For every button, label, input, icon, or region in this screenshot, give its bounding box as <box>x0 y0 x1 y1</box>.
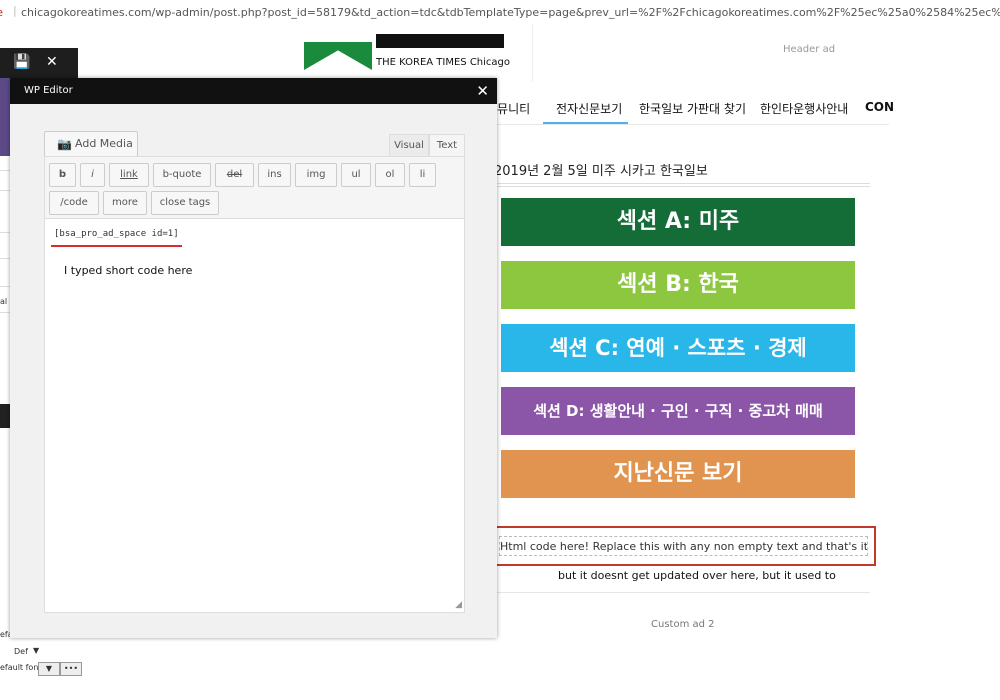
editor-title-bar: WP Editor ✕ <box>10 78 497 104</box>
section-a-button[interactable]: 섹션 A: 미주 <box>501 198 855 246</box>
annotation-note: but it doesnt get updated over here, but… <box>558 569 836 582</box>
nav-item-events[interactable]: 한인타운행사안내 <box>760 100 848 117</box>
tab-visual[interactable]: Visual <box>389 134 429 158</box>
admin-toolbar: 💾 ✕ <box>0 48 78 78</box>
custom-ad-divider <box>494 592 870 593</box>
logo-korean-wordmark <box>376 34 504 48</box>
del-button[interactable]: del <box>215 163 254 187</box>
logo-mark-icon <box>304 42 372 70</box>
admin-divider <box>0 258 10 259</box>
wp-editor-window: WP Editor ✕ 📷 Add Media Visual Text b i … <box>10 78 497 638</box>
more-button[interactable]: more <box>103 191 147 215</box>
tab-text[interactable]: Text <box>429 134 465 157</box>
chevron-down-icon[interactable]: ▼ <box>38 662 60 676</box>
ins-button[interactable]: ins <box>258 163 291 187</box>
ul-button[interactable]: ul <box>341 163 371 187</box>
html-block-highlight: Html code here! Replace this with any no… <box>491 526 876 566</box>
img-button[interactable]: img <box>295 163 337 187</box>
li-button[interactable]: li <box>409 163 436 187</box>
close-icon[interactable]: ✕ <box>46 54 58 70</box>
not-secure-label: re <box>0 6 3 19</box>
close-icon[interactable]: ✕ <box>476 78 489 104</box>
chevron-down-icon[interactable]: ▼ <box>33 646 39 655</box>
nav-item-contact[interactable]: CON <box>865 100 894 114</box>
resize-handle-icon[interactable]: ◢ <box>455 600 462 610</box>
close-tags-button[interactable]: close tags <box>151 191 219 215</box>
annotation-note: I typed short code here <box>64 264 193 277</box>
html-block-placeholder[interactable]: Html code here! Replace this with any no… <box>499 536 868 556</box>
italic-button[interactable]: i <box>80 163 105 187</box>
custom-ad-label: Custom ad 2 <box>651 619 715 630</box>
header-ad-label: Header ad <box>783 44 836 55</box>
site-logo[interactable]: THE KOREA TIMES Chicago <box>304 24 511 70</box>
ol-button[interactable]: ol <box>375 163 405 187</box>
shortcode-text: [bsa_pro_ad_space id=1] <box>54 229 179 239</box>
logo-text: THE KOREA TIMES Chicago <box>376 57 511 68</box>
link-button[interactable]: link <box>109 163 149 187</box>
annotation-underline <box>51 245 182 247</box>
section-b-button[interactable]: 섹션 B: 한국 <box>501 261 855 309</box>
nav-item-enewspaper[interactable]: 전자신문보기 <box>556 100 622 117</box>
blockquote-button[interactable]: b-quote <box>153 163 211 187</box>
media-icon: 📷 <box>57 137 72 151</box>
admin-divider <box>0 190 10 191</box>
admin-divider <box>0 170 10 171</box>
section-c-button[interactable]: 섹션 C: 연예 · 스포츠 · 경제 <box>501 324 855 372</box>
nav-item-newsstand[interactable]: 한국일보 가판대 찾기 <box>639 100 746 117</box>
bold-button[interactable]: b <box>49 163 76 187</box>
font-dropdown-label[interactable]: Def <box>14 647 28 656</box>
add-media-button[interactable]: 📷 Add Media <box>44 131 138 157</box>
address-bar[interactable]: re | chicagokoreatimes.com/wp-admin/post… <box>0 0 1000 24</box>
section-d-button[interactable]: 섹션 D: 생활안내 · 구인 · 구직 · 중고차 매매 <box>501 387 855 435</box>
past-issues-button[interactable]: 지난신문 보기 <box>501 450 855 498</box>
url-text[interactable]: chicagokoreatimes.com/wp-admin/post.php?… <box>21 6 1000 19</box>
admin-label: al <box>0 297 8 306</box>
admin-divider <box>0 286 10 287</box>
editor-title: WP Editor <box>24 85 73 96</box>
address-separator: | <box>13 4 17 17</box>
admin-dark-bar <box>0 404 10 428</box>
close-code-button[interactable]: /code <box>49 191 99 215</box>
quicktags-toolbar: b i link b-quote del ins img ul ol li /c… <box>44 156 465 219</box>
header-ad-slot: Header ad <box>532 24 890 82</box>
admin-divider <box>0 312 10 313</box>
admin-thumbnail <box>0 78 10 156</box>
more-options-button[interactable]: ••• <box>60 662 82 676</box>
save-icon[interactable]: 💾 <box>13 54 30 70</box>
title-divider <box>494 183 870 187</box>
default-font-label[interactable]: efault font <box>0 663 42 672</box>
editor-textarea[interactable]: [bsa_pro_ad_space id=1] I typed short co… <box>44 218 465 613</box>
admin-divider <box>0 232 10 233</box>
nav-active-indicator <box>543 122 628 124</box>
page-title: 2019년 2월 5일 미주 시카고 한국일보 <box>494 164 708 179</box>
